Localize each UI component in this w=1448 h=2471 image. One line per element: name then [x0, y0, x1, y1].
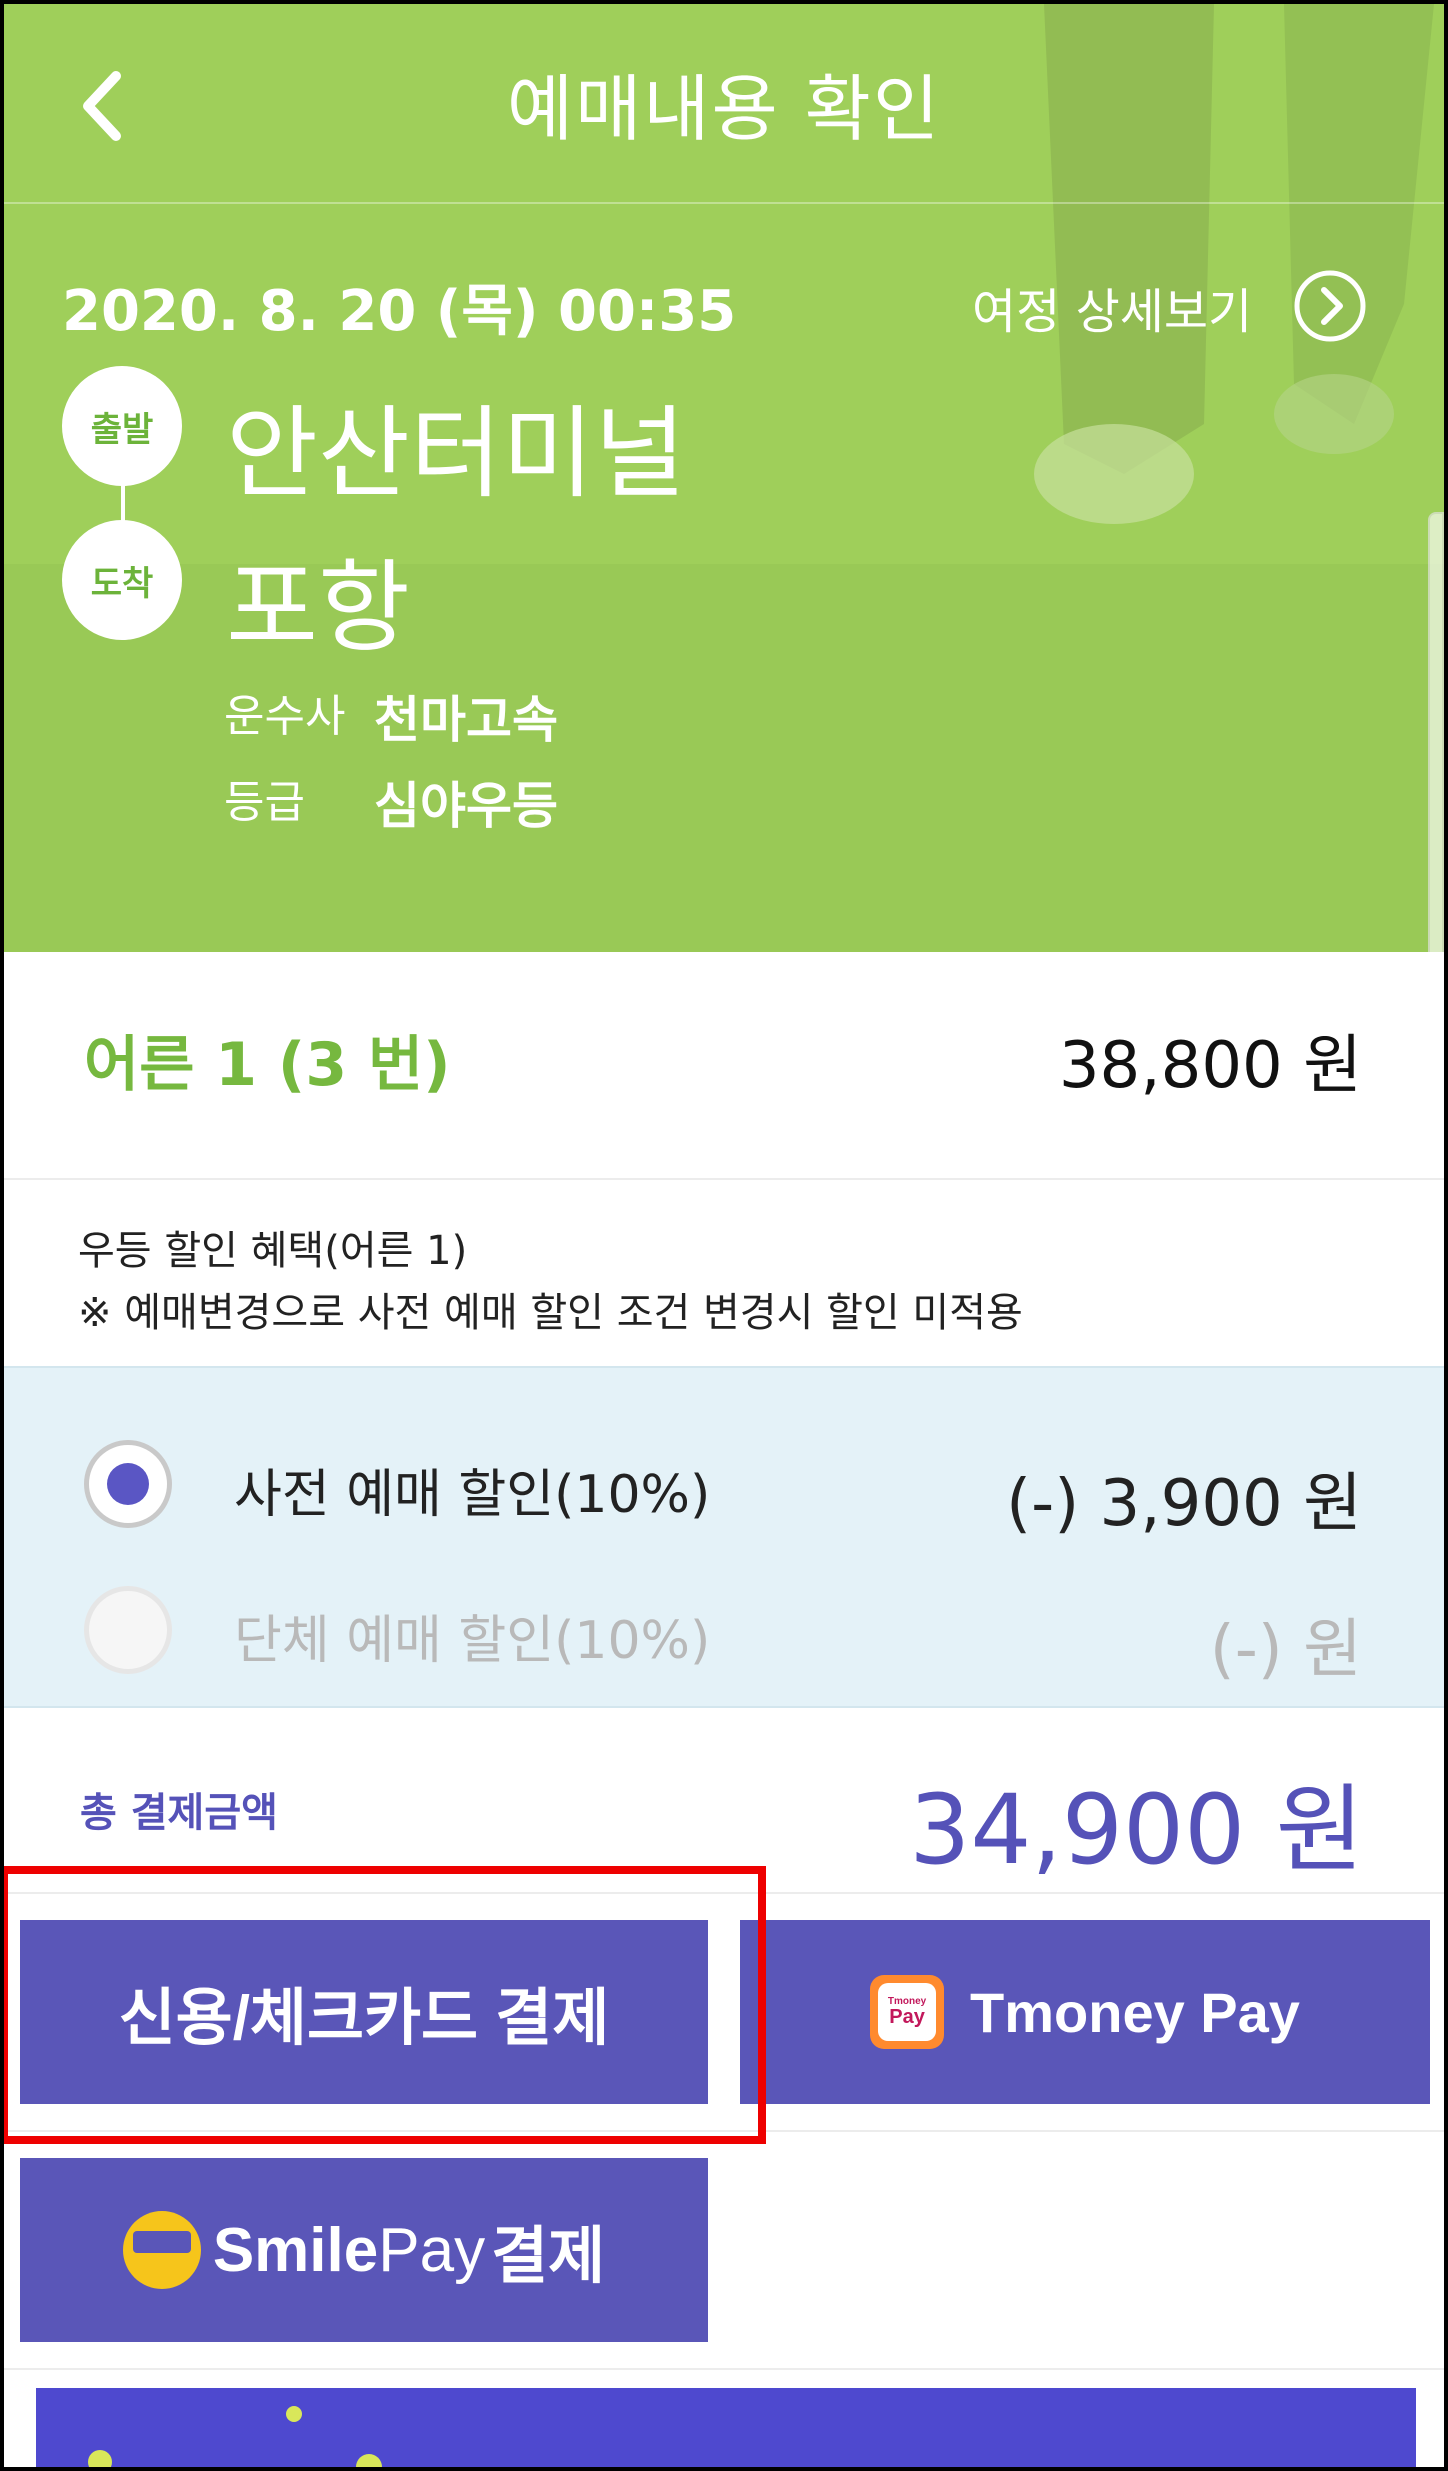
- banner-decoration: [88, 2450, 112, 2467]
- departure-datetime: 2020. 8. 20 (목) 00:35: [62, 279, 737, 344]
- departure-badge: 출발: [62, 366, 182, 486]
- banner-decoration: [286, 2406, 302, 2422]
- arrival-name: 포항: [226, 549, 410, 666]
- fare-amount: 38,800 원: [1058, 1029, 1362, 1103]
- company-value: 천마고속: [374, 691, 558, 749]
- trip-summary-header: 예매내용 확인 2020. 8. 20 (목) 00:35 여정 상세보기 출발…: [4, 4, 1444, 952]
- smile-suffix: 결제: [491, 2222, 606, 2291]
- tmoney-logo-big: Pay: [889, 2006, 925, 2028]
- smile-face-icon: [122, 2211, 201, 2289]
- banner-decoration: [356, 2454, 382, 2467]
- top-bar: 예매내용 확인: [4, 4, 1444, 204]
- departure-name: 안산터미널: [226, 395, 686, 512]
- tmoney-pay-button[interactable]: Tmoney Pay Tmoney Pay: [740, 1920, 1430, 2104]
- grade-value: 심야우등: [374, 777, 558, 835]
- chevron-right-circle-icon[interactable]: [1292, 268, 1368, 344]
- radio-advance-discount[interactable]: [84, 1440, 172, 1528]
- total-label: 총 결제금액: [80, 1790, 278, 1836]
- radio-group-discount[interactable]: [84, 1586, 172, 1674]
- payment-divider: [4, 2130, 1444, 2132]
- company-label: 운수사: [224, 691, 346, 742]
- payment-divider-2: [4, 2368, 1444, 2370]
- notice-line-2: ※ 예매변경으로 사전 예매 할인 조건 변경시 할인 미적용: [78, 1290, 1023, 1336]
- discount-label[interactable]: 사전 예매 할인(10%): [234, 1452, 710, 1527]
- card-payment-button[interactable]: 신용/체크카드 결제: [20, 1920, 708, 2104]
- notice-line-1: 우등 할인 혜택(어른 1): [78, 1228, 468, 1274]
- app-screen: 예매내용 확인 2020. 8. 20 (목) 00:35 여정 상세보기 출발…: [4, 4, 1444, 2467]
- discount-options: 사전 예매 할인(10%) (-) 3,900 원 단체 예매 할인(10%) …: [4, 1366, 1444, 1708]
- total-amount: 34,900 원: [909, 1774, 1364, 1886]
- trip-detail-link[interactable]: 여정 상세보기: [972, 272, 1252, 342]
- discount-amount: (-) 3,900 원: [1006, 1467, 1362, 1541]
- smile-pay-word: Pay: [378, 2215, 486, 2285]
- arrival-badge: 도착: [62, 520, 182, 640]
- fare-row: 어른 1 (3 번) 38,800 원: [4, 952, 1444, 1180]
- tmoney-logo-icon: Tmoney Pay: [870, 1975, 945, 2049]
- promo-banner[interactable]: [36, 2388, 1416, 2467]
- passenger-label: 어른 1 (3 번): [84, 1030, 451, 1100]
- total-row: 총 결제금액 34,900 원: [4, 1708, 1444, 1894]
- smile-word: Smile: [212, 2215, 379, 2285]
- grade-label: 등급: [224, 777, 305, 828]
- scrollbar[interactable]: [1428, 512, 1444, 952]
- discount-notice: 우등 할인 혜택(어른 1) ※ 예매변경으로 사전 예매 할인 조건 변경시 …: [4, 1180, 1444, 1366]
- smile-pay-button[interactable]: Smile Pay 결제: [20, 2158, 708, 2342]
- discount-label[interactable]: 단체 예매 할인(10%): [234, 1598, 710, 1673]
- discount-amount: (-) 원: [1209, 1613, 1362, 1687]
- page-title: 예매내용 확인: [506, 67, 942, 151]
- tmoney-label: Tmoney Pay: [970, 1980, 1300, 2044]
- header-divider: [4, 202, 1444, 204]
